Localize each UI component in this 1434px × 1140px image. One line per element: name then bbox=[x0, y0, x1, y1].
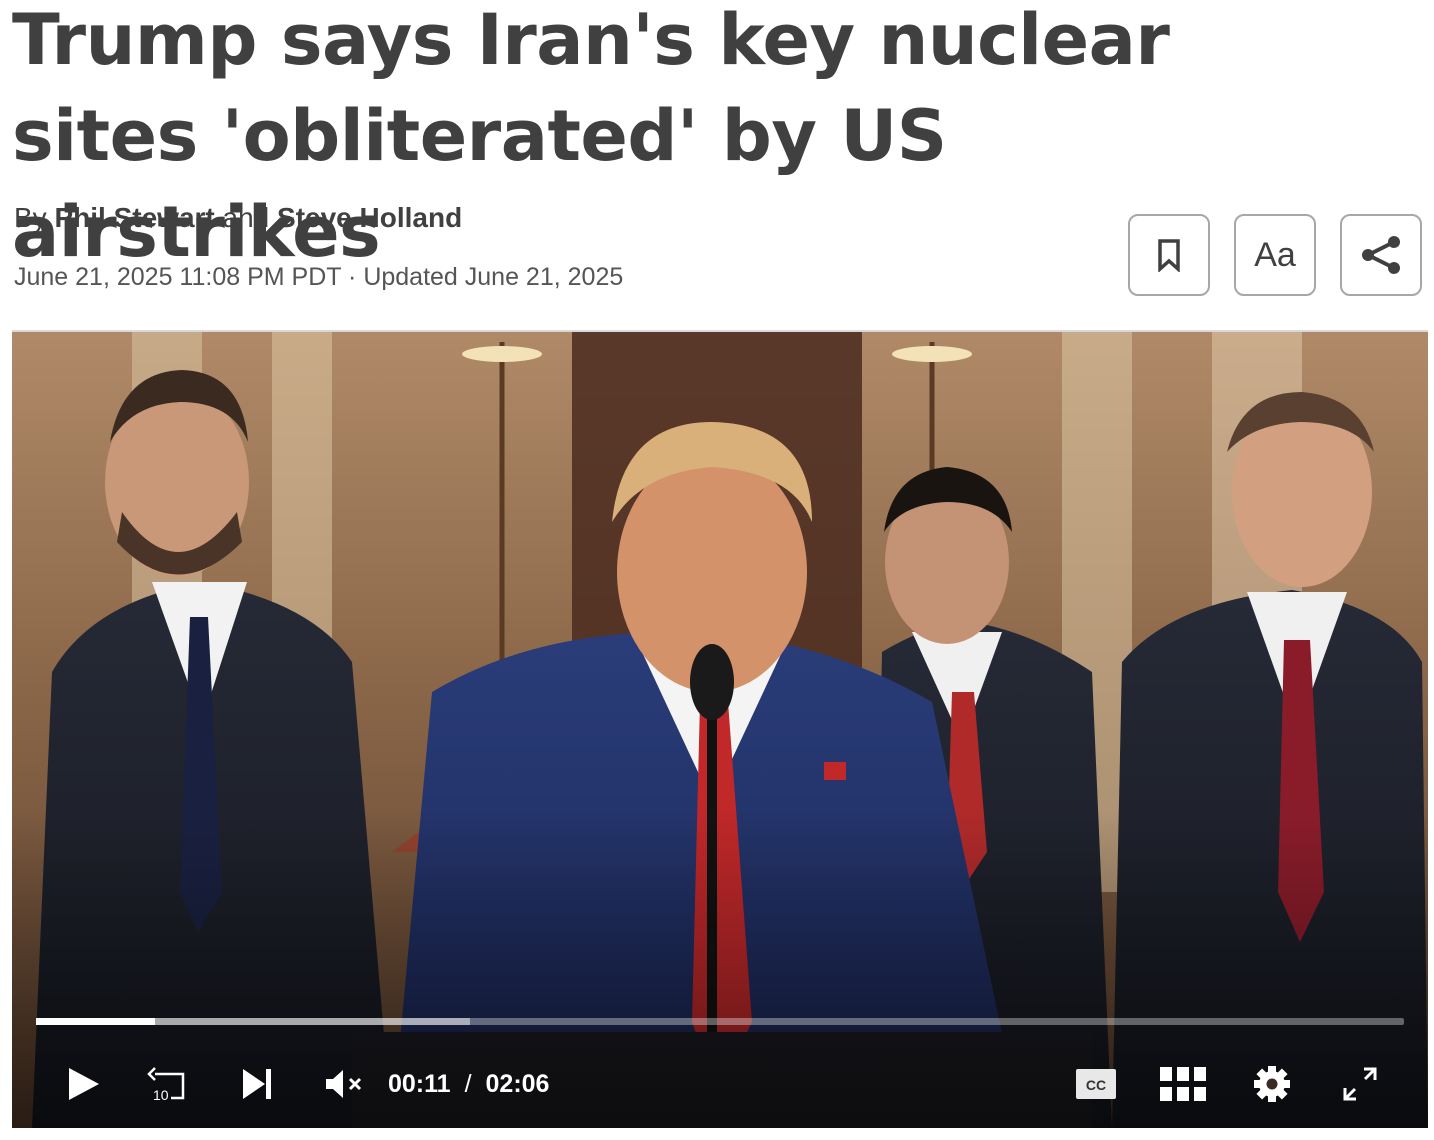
duration: 02:06 bbox=[485, 1070, 550, 1098]
play-button[interactable] bbox=[58, 1052, 110, 1116]
video-played bbox=[36, 1018, 156, 1025]
byline-and: and bbox=[222, 202, 270, 233]
mute-button[interactable] bbox=[320, 1052, 370, 1116]
share-icon bbox=[1362, 236, 1400, 274]
fullscreen-icon bbox=[1343, 1067, 1377, 1101]
replay-10-button[interactable]: 10 bbox=[142, 1052, 192, 1116]
dateline: June 21, 2025 11:08 PM PDT · Updated Jun… bbox=[14, 260, 623, 294]
gear-icon bbox=[1254, 1066, 1290, 1102]
text-size-label: Aa bbox=[1254, 235, 1296, 274]
byline-prefix: By bbox=[14, 202, 47, 233]
fullscreen-button[interactable] bbox=[1338, 1052, 1382, 1116]
published-date: June 21, 2025 11:08 PM PDT bbox=[14, 263, 342, 291]
grid-button[interactable] bbox=[1156, 1052, 1210, 1116]
cc-icon: CC bbox=[1076, 1069, 1116, 1099]
author-link-1[interactable]: Phil Stewart bbox=[54, 202, 214, 233]
byline: By Phil Stewart and Steve Holland bbox=[14, 200, 462, 236]
bookmark-icon bbox=[1158, 239, 1180, 272]
article-tools: Aa bbox=[1128, 214, 1422, 296]
date-separator: · bbox=[348, 263, 357, 291]
replay-10-label: 10 bbox=[153, 1087, 169, 1103]
grid-icon bbox=[1160, 1067, 1206, 1101]
headline: Trump says Iran's key nuclear sites 'obl… bbox=[12, 0, 1170, 273]
play-icon bbox=[69, 1068, 99, 1100]
current-time: 00:11 bbox=[388, 1070, 451, 1098]
video-progress-bar[interactable] bbox=[36, 1018, 1404, 1025]
cc-label: CC bbox=[1086, 1077, 1106, 1093]
video-time: 00:11 / 02:06 bbox=[388, 1066, 549, 1102]
next-button[interactable] bbox=[234, 1052, 280, 1116]
video-player[interactable]: 10 00:11 / 02:06 CC bbox=[12, 330, 1428, 1128]
next-icon bbox=[243, 1069, 271, 1099]
video-frame bbox=[12, 332, 1428, 1128]
share-button[interactable] bbox=[1340, 214, 1422, 296]
bookmark-button[interactable] bbox=[1128, 214, 1210, 296]
video-controls: 10 00:11 / 02:06 CC bbox=[12, 1052, 1428, 1116]
replay-10-icon: 10 bbox=[147, 1067, 185, 1103]
settings-button[interactable] bbox=[1250, 1052, 1294, 1116]
author-link-2[interactable]: Steve Holland bbox=[277, 202, 462, 233]
updated-date: Updated June 21, 2025 bbox=[363, 263, 624, 291]
text-size-button[interactable]: Aa bbox=[1234, 214, 1316, 296]
time-separator: / bbox=[464, 1070, 472, 1098]
cc-button[interactable]: CC bbox=[1074, 1052, 1118, 1116]
mute-icon bbox=[326, 1070, 362, 1098]
